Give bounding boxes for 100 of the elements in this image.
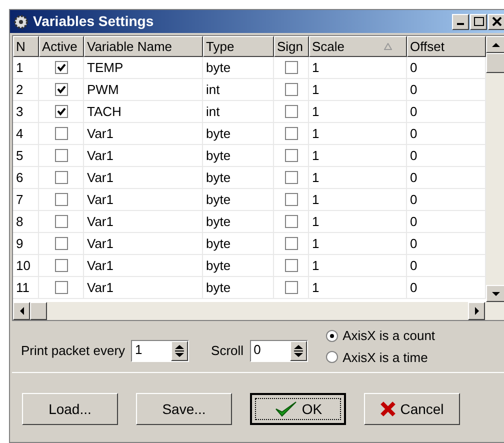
dialog-button[interactable]: Save... bbox=[136, 393, 232, 425]
checkbox[interactable] bbox=[54, 149, 68, 162]
table-cell-text: 0 bbox=[410, 234, 418, 253]
spin-field[interactable]: 1 bbox=[131, 340, 190, 362]
checkbox[interactable] bbox=[54, 171, 68, 184]
scroll-thumb[interactable] bbox=[486, 53, 504, 73]
table-cell-text: 11 bbox=[16, 278, 30, 297]
table-cell-text: byte bbox=[206, 212, 231, 231]
column-header[interactable]: N bbox=[13, 36, 39, 57]
table-cell-text: 1 bbox=[16, 58, 24, 77]
table-cell-text: byte bbox=[206, 278, 231, 297]
checkbox[interactable] bbox=[284, 171, 298, 184]
table-cell-text: 0 bbox=[410, 58, 418, 77]
dialog-button[interactable]: OK bbox=[250, 393, 346, 425]
table-cell-text: 1 bbox=[312, 256, 320, 275]
table-cell-text: 1 bbox=[312, 58, 320, 77]
table-cell-text: 0 bbox=[410, 256, 418, 275]
column-header[interactable]: Sign bbox=[274, 36, 309, 57]
table-cell-text: 0 bbox=[410, 278, 418, 297]
checkbox[interactable] bbox=[54, 281, 68, 294]
radio-option[interactable]: AxisX is a time bbox=[326, 348, 436, 367]
column-header[interactable]: Variable Name bbox=[84, 36, 203, 57]
maximize-icon bbox=[474, 17, 484, 26]
checkbox[interactable] bbox=[54, 193, 68, 206]
column-header[interactable]: Type bbox=[203, 36, 274, 57]
checkbox[interactable] bbox=[54, 237, 68, 250]
dialog-button[interactable]: Load... bbox=[22, 393, 118, 425]
table-cell-text: byte bbox=[206, 146, 231, 165]
table-cell-text: int bbox=[206, 102, 220, 121]
sort-arrow-icon bbox=[384, 43, 392, 50]
table-cell-text: 1 bbox=[312, 190, 320, 209]
scroll-label: Scroll bbox=[211, 342, 244, 360]
checkbox[interactable] bbox=[284, 193, 298, 206]
checkbox[interactable] bbox=[54, 127, 68, 140]
checkbox[interactable] bbox=[54, 61, 68, 74]
table-cell-text: 5 bbox=[16, 146, 24, 165]
minimize-button[interactable] bbox=[452, 14, 469, 30]
checkbox[interactable] bbox=[54, 105, 68, 118]
table-cell-text: Var1 bbox=[87, 146, 114, 165]
table-cell-text: 8 bbox=[16, 212, 24, 231]
table-cell-text: int bbox=[206, 80, 220, 99]
spin-arrows-icon[interactable] bbox=[290, 340, 307, 360]
close-button[interactable] bbox=[488, 14, 504, 30]
checkbox[interactable] bbox=[54, 215, 68, 228]
checkbox[interactable] bbox=[54, 83, 68, 96]
table-cell-text: PWM bbox=[87, 80, 119, 99]
table-cell-text: Var1 bbox=[87, 190, 114, 209]
table-cell-text: 2 bbox=[16, 80, 24, 99]
table-cell-text: 1 bbox=[312, 168, 320, 187]
vertical-scrollbar[interactable] bbox=[486, 36, 504, 302]
column-header[interactable]: Offset bbox=[407, 36, 486, 57]
field-value: 0 bbox=[252, 340, 262, 358]
table-cell-text: 0 bbox=[410, 80, 418, 99]
table-cell-text: 9 bbox=[16, 234, 24, 253]
dialog-button[interactable]: Cancel bbox=[364, 393, 460, 425]
spin-arrows-icon[interactable] bbox=[171, 340, 188, 360]
scroll-thumb[interactable] bbox=[30, 302, 47, 320]
field-value: 1 bbox=[134, 340, 144, 358]
cross-icon bbox=[380, 401, 396, 417]
table-cell-text: Var1 bbox=[87, 234, 114, 253]
table-cell-text: Var1 bbox=[87, 212, 114, 231]
table-cell-text: 7 bbox=[16, 190, 24, 209]
column-header[interactable]: Scale bbox=[309, 36, 407, 57]
checkbox[interactable] bbox=[284, 105, 298, 118]
checkbox[interactable] bbox=[284, 61, 298, 74]
column-header[interactable]: Active bbox=[39, 36, 84, 57]
gear-icon bbox=[13, 14, 29, 30]
right-arrow-icon bbox=[474, 307, 478, 315]
checkmark-icon bbox=[274, 400, 298, 418]
table-cell-text: 0 bbox=[410, 124, 418, 143]
checkbox[interactable] bbox=[284, 259, 298, 272]
checkbox[interactable] bbox=[284, 237, 298, 250]
horizontal-scrollbar[interactable] bbox=[13, 302, 504, 320]
close-icon bbox=[492, 17, 502, 26]
table-cell-text: 6 bbox=[16, 168, 24, 187]
print-packet-label: Print packet every bbox=[21, 342, 126, 360]
table-cell-text: byte bbox=[206, 190, 231, 209]
checkbox[interactable] bbox=[284, 149, 298, 162]
checkbox[interactable] bbox=[284, 281, 298, 294]
checkbox[interactable] bbox=[284, 83, 298, 96]
table-cell-text: 0 bbox=[410, 146, 418, 165]
table-cell-text: 1 bbox=[312, 102, 320, 121]
spin-field[interactable]: 0 bbox=[250, 340, 308, 362]
table-cell-text: 1 bbox=[312, 212, 320, 231]
checkbox[interactable] bbox=[284, 127, 298, 140]
table-cell-text: Var1 bbox=[87, 256, 114, 275]
table-cell-text: Var1 bbox=[87, 168, 114, 187]
up-arrow-icon bbox=[492, 42, 500, 46]
radio-option[interactable]: AxisX is a count bbox=[326, 326, 436, 346]
table-cell-text: 10 bbox=[16, 256, 30, 275]
window-title: Variables Settings bbox=[33, 12, 155, 31]
table-cell-text: 0 bbox=[410, 212, 418, 231]
checkbox[interactable] bbox=[54, 259, 68, 272]
table-cell-text: 1 bbox=[312, 278, 320, 297]
checkbox[interactable] bbox=[284, 215, 298, 228]
table-cell-text: 0 bbox=[410, 102, 418, 121]
maximize-button[interactable] bbox=[470, 14, 487, 30]
table-cell-text: 4 bbox=[16, 124, 24, 143]
table-cell-text: 1 bbox=[312, 80, 320, 99]
table-cell-text: TACH bbox=[87, 102, 122, 121]
